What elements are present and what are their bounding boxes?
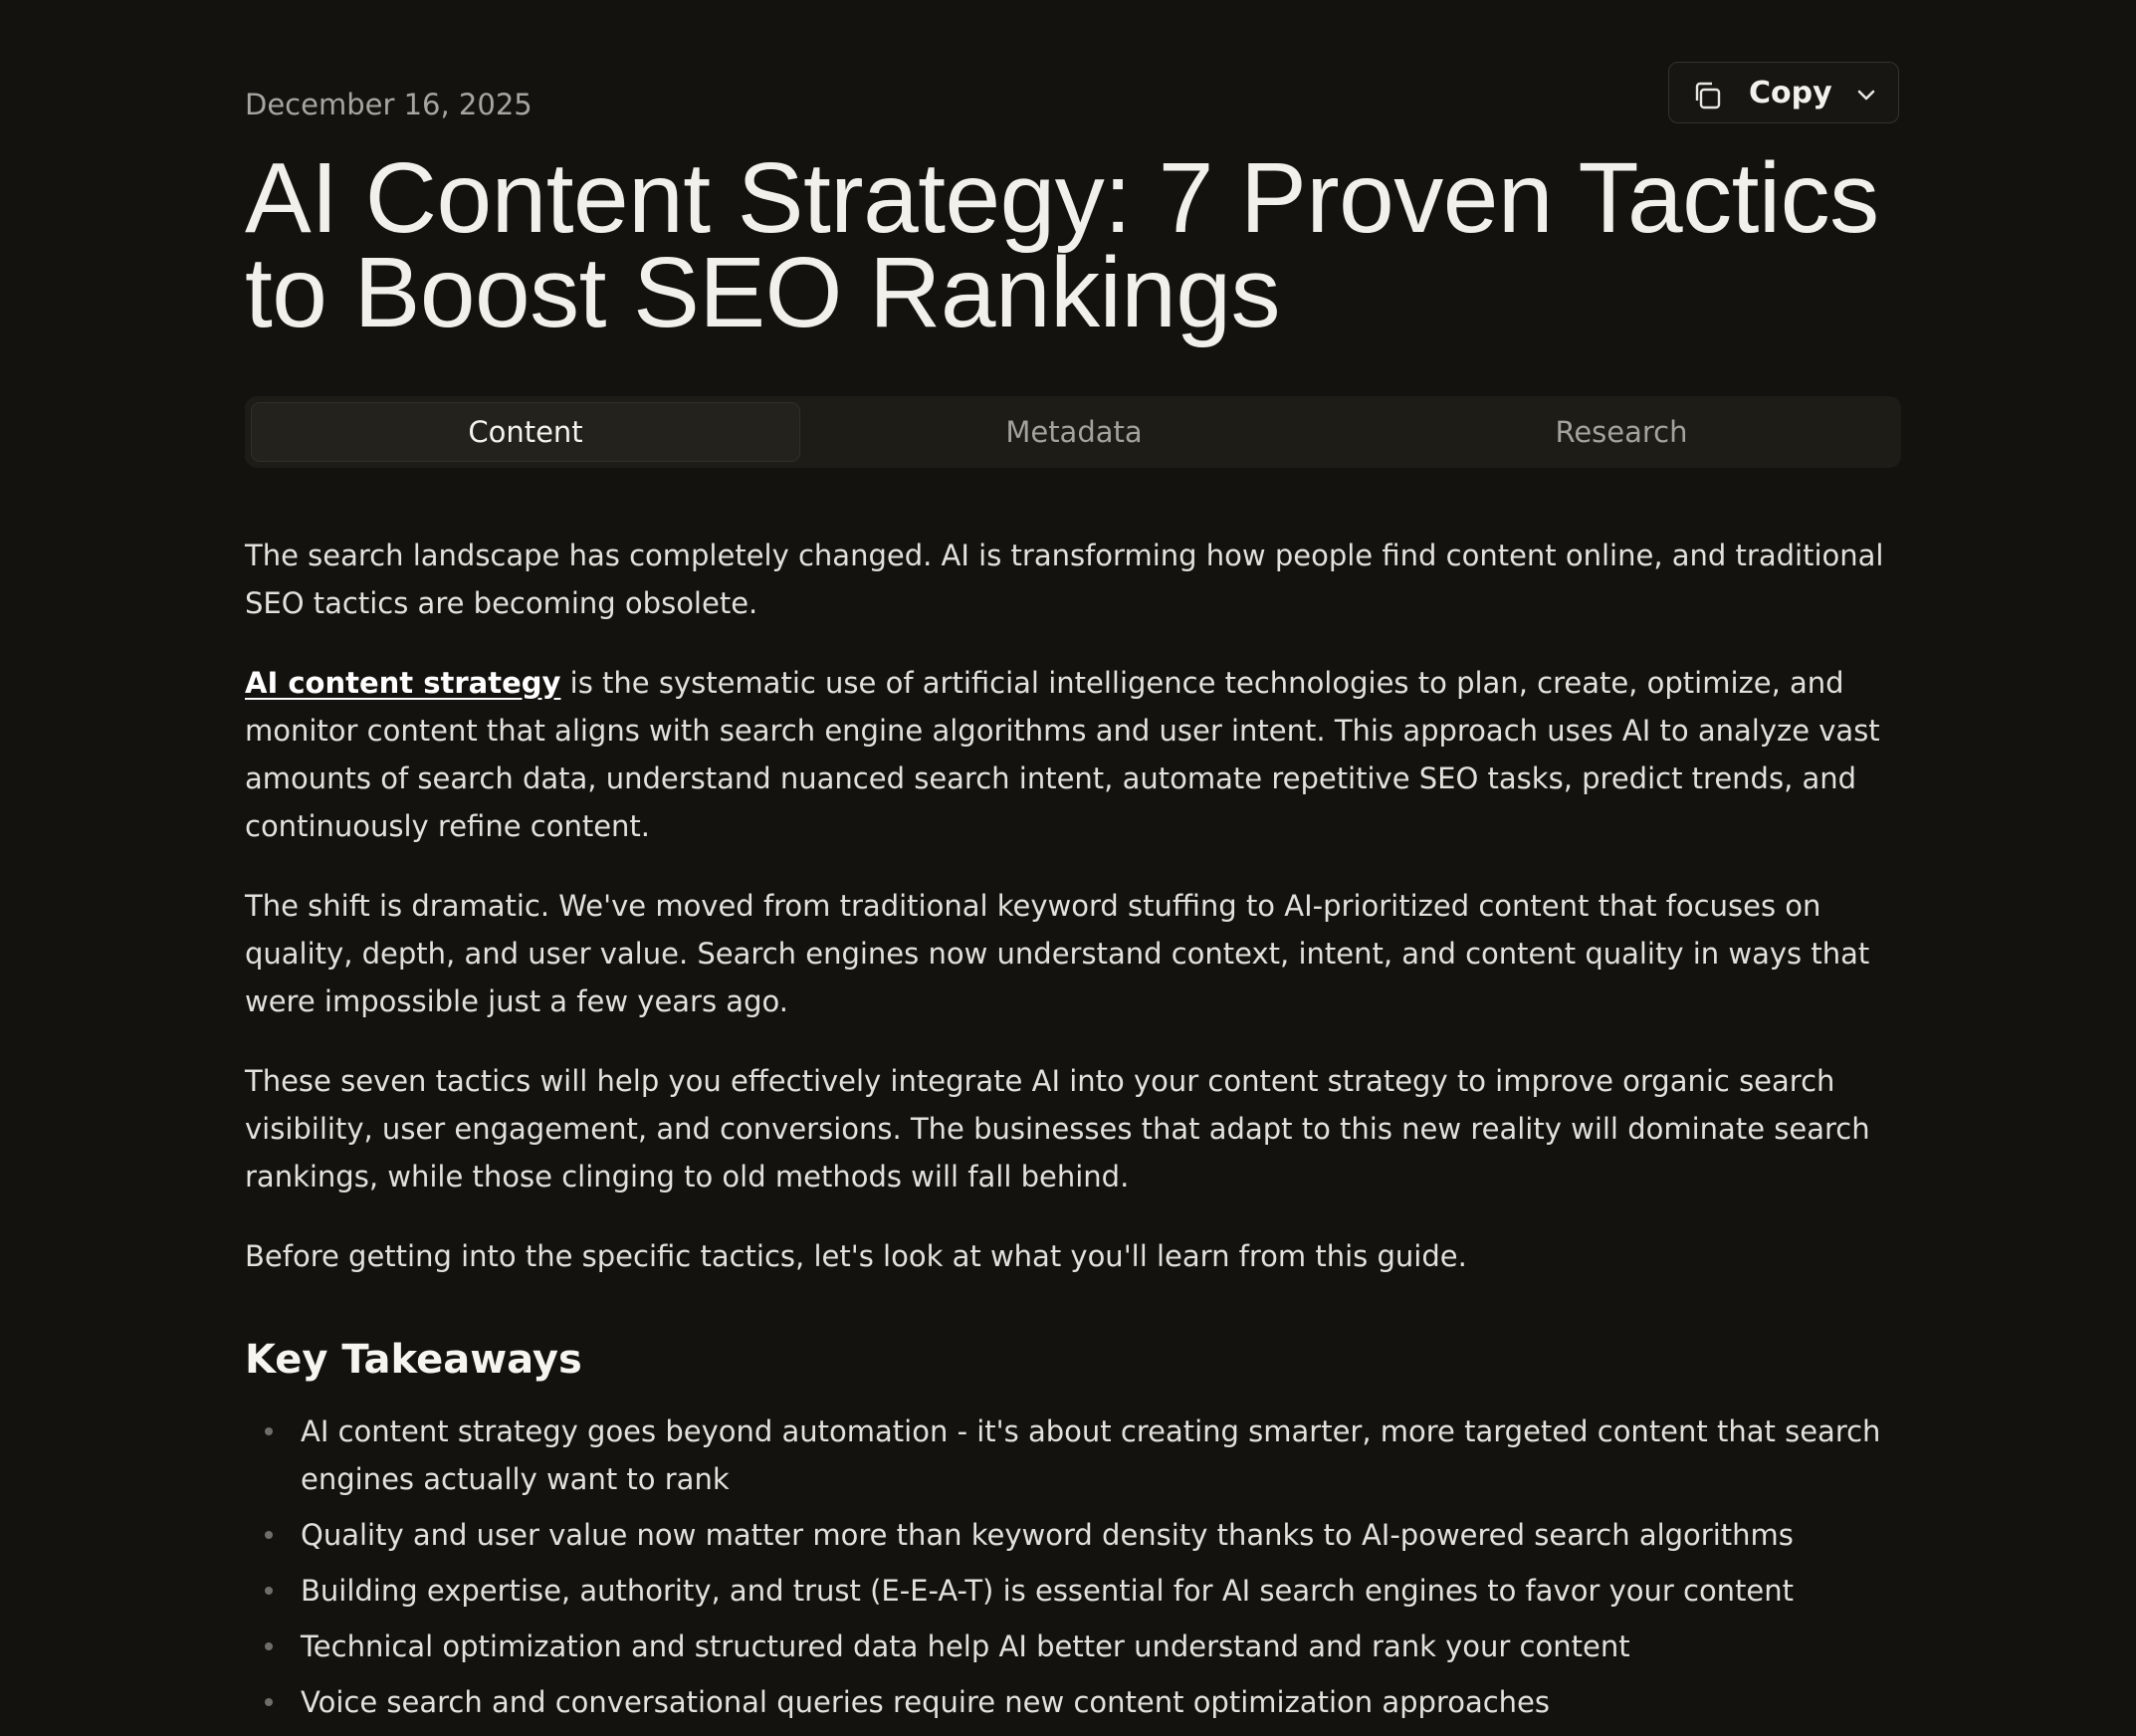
guide-paragraph: Before getting into the specific tactics… [245, 1239, 1467, 1273]
list-item: Quality and user value now matter more t… [245, 1511, 1901, 1559]
tab-content[interactable]: Content [251, 402, 800, 462]
tab-research[interactable]: Research [1348, 402, 1895, 462]
copy-button[interactable]: Copy [1668, 62, 1899, 123]
tactics-paragraph: These seven tactics will help you effect… [245, 1064, 1870, 1194]
tab-bar: Content Metadata Research [245, 396, 1901, 468]
key-takeaways-list: AI content strategy goes beyond automati… [245, 1408, 1901, 1726]
definition-paragraph: AI content strategy is the systematic us… [245, 659, 1901, 850]
page-title: AI Content Strategy: 7 Proven Tactics to… [245, 142, 1879, 348]
bullet-icon [265, 1427, 273, 1435]
list-item: Technical optimization and structured da… [245, 1623, 1901, 1670]
copy-button-label: Copy [1749, 76, 1832, 110]
intro-paragraph: The search landscape has completely chan… [245, 539, 1884, 620]
ai-content-strategy-link[interactable]: AI content strategy [245, 666, 560, 700]
list-item: Voice search and conversational queries … [245, 1678, 1901, 1726]
article-page: December 16, 2025 Copy AI Content Strate… [245, 0, 1901, 1736]
bullet-icon [265, 1642, 273, 1650]
article-body: The search landscape has completely chan… [245, 532, 1901, 1734]
shift-paragraph: The shift is dramatic. We've moved from … [245, 889, 1870, 1018]
list-item: AI content strategy goes beyond automati… [245, 1408, 1901, 1503]
bullet-icon [265, 1698, 273, 1706]
publish-date: December 16, 2025 [245, 88, 533, 121]
key-takeaways-heading: Key Takeaways [245, 1337, 582, 1383]
tab-metadata[interactable]: Metadata [800, 402, 1348, 462]
bullet-icon [265, 1587, 273, 1595]
bullet-icon [265, 1531, 273, 1539]
copy-icon [1695, 82, 1721, 109]
list-item: Building expertise, authority, and trust… [245, 1567, 1901, 1615]
chevron-down-icon[interactable] [1852, 81, 1880, 108]
